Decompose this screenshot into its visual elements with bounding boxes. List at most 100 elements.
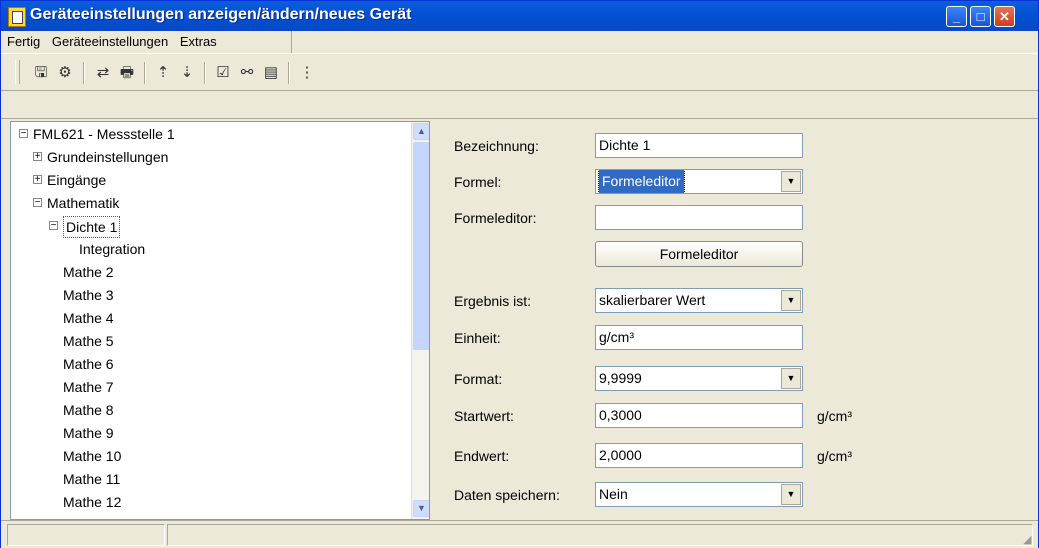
collapse-icon[interactable]: −: [49, 221, 58, 231]
tree-item-label: Mathe 9: [63, 425, 114, 441]
formel-select[interactable]: Formeleditor ▼: [595, 169, 803, 194]
daten-speichern-select[interactable]: Nein ▼: [595, 482, 803, 507]
tree-item[interactable]: Mathe 7: [11, 377, 409, 397]
tree-item-label: Mathe 5: [63, 333, 114, 349]
tree-item-label: Mathe 3: [63, 287, 114, 303]
menu-fertig[interactable]: Fertig: [3, 31, 44, 52]
tree-item[interactable]: Mathe 5: [11, 331, 409, 351]
endwert-unit: g/cm³: [817, 448, 852, 464]
bezeichnung-input[interactable]: Dichte 1: [595, 133, 803, 158]
close-button[interactable]: ✕: [994, 6, 1015, 27]
tree-item-label: Grundeinstellungen: [47, 149, 169, 165]
tree-item[interactable]: Mathe 9: [11, 423, 409, 443]
collapse-icon[interactable]: −: [33, 198, 42, 208]
tree-item[interactable]: Mathe 3: [11, 285, 409, 305]
tree-item[interactable]: − FML621 - Messstelle 1: [11, 124, 409, 144]
formel-label: Formel:: [454, 174, 502, 190]
tree-item-label: Mathe 12: [63, 494, 122, 510]
toolbar-row: 🖫 ⚙ ⇄ 🖶 ⇡ ⇣ ☑ ⚯ ▤ ⋮: [1, 56, 1038, 91]
print-icon[interactable]: 🖶: [117, 63, 137, 83]
title-bar[interactable]: Geräteeinstellungen anzeigen/ändern/neue…: [1, 1, 1038, 31]
tree-item[interactable]: Mathe 8: [11, 400, 409, 420]
ergebnis-label: Ergebnis ist:: [454, 293, 532, 309]
menu-geraeteeinstellungen[interactable]: Geräteeinstellungen: [48, 31, 172, 52]
network-icon[interactable]: ⚯: [237, 63, 257, 83]
status-panel-2: [167, 524, 1033, 546]
tree-item[interactable]: + Eingänge: [11, 170, 409, 190]
copy-icon[interactable]: ⇄: [93, 63, 113, 83]
daten-speichern-label: Daten speichern:: [454, 487, 560, 503]
endwert-label: Endwert:: [454, 448, 510, 464]
tree-icon[interactable]: ⋮: [297, 63, 317, 83]
menu-bar: Fertig Geräteeinstellungen Extras: [1, 31, 1038, 53]
tree-item[interactable]: + Grundeinstellungen: [11, 147, 409, 167]
toolbar-separator: [204, 62, 206, 84]
toolbar: 🖫 ⚙ ⇄ 🖶 ⇡ ⇣ ☑ ⚯ ▤ ⋮: [1, 53, 1038, 119]
chevron-down-icon[interactable]: ▼: [781, 484, 801, 505]
endwert-input[interactable]: 2,0000: [595, 443, 803, 468]
tree-item-label: Integration: [79, 241, 146, 257]
tree-item[interactable]: − Mathematik: [11, 193, 409, 213]
einheit-label: Einheit:: [454, 330, 501, 346]
formeleditor-input[interactable]: [595, 205, 803, 230]
collapse-icon[interactable]: −: [19, 129, 28, 139]
expand-icon[interactable]: +: [33, 175, 42, 185]
ergebnis-select[interactable]: skalierbarer Wert ▼: [595, 288, 803, 313]
app-window: Geräteeinstellungen anzeigen/ändern/neue…: [0, 0, 1039, 548]
settings-form: Bezeichnung: Dichte 1 Formel: Formeledit…: [438, 121, 1038, 518]
format-label: Format:: [454, 371, 503, 387]
save-icon[interactable]: 🖫: [31, 63, 51, 83]
startwert-input[interactable]: 0,3000: [595, 403, 803, 428]
einheit-input[interactable]: g/cm³: [595, 325, 803, 350]
tree-item-label: FML621 - Messstelle 1: [33, 126, 175, 142]
properties-icon[interactable]: ☑: [213, 63, 233, 83]
upload-icon[interactable]: ⇡: [153, 63, 173, 83]
menu-extras[interactable]: Extras: [176, 31, 221, 52]
tree-item-label: Mathe 11: [63, 471, 121, 487]
tree-item[interactable]: Mathe 6: [11, 354, 409, 374]
startwert-label: Startwert:: [454, 408, 514, 424]
device-tree[interactable]: − FML621 - Messstelle 1 + Grundeinstellunge…: [10, 121, 430, 520]
tree-item[interactable]: Mathe 2: [11, 262, 409, 282]
tree-item-label: Dichte 1: [63, 216, 121, 238]
formeleditor-button[interactable]: Formeleditor: [595, 241, 803, 267]
scroll-thumb[interactable]: [413, 142, 429, 350]
scroll-up-icon[interactable]: ▲: [413, 123, 429, 140]
tree-item[interactable]: Mathe 12: [11, 492, 409, 512]
tree-item-label: Mathe 10: [63, 448, 122, 464]
scroll-down-icon[interactable]: ▼: [413, 500, 429, 517]
expand-icon[interactable]: +: [33, 152, 42, 162]
chevron-down-icon[interactable]: ▼: [781, 290, 801, 311]
tree-item[interactable]: − Dichte 1: [11, 216, 409, 238]
window-title: Geräteeinstellungen anzeigen/ändern/neue…: [30, 6, 412, 23]
chevron-down-icon[interactable]: ▼: [781, 368, 801, 389]
toolbar-separator: [144, 62, 146, 84]
menu-bar-fill: [291, 31, 1038, 53]
tree-item-label: Mathe 6: [63, 356, 114, 372]
app-icon: [8, 7, 26, 27]
minimize-button[interactable]: _: [946, 6, 967, 27]
download-icon[interactable]: ⇣: [177, 63, 197, 83]
toolbar-separator: [288, 62, 290, 84]
tree-item-label: Eingänge: [47, 172, 107, 188]
toolbar-grip[interactable]: [15, 60, 20, 84]
chevron-down-icon[interactable]: ▼: [781, 171, 801, 192]
maximize-button[interactable]: □: [970, 6, 991, 27]
diagnostics-icon[interactable]: ▤: [261, 63, 281, 83]
tree-item-label: Mathematik: [47, 195, 120, 211]
resize-grip-icon[interactable]: ◢: [1023, 533, 1035, 546]
formeleditor-label: Formeleditor:: [454, 210, 537, 226]
startwert-unit: g/cm³: [817, 408, 852, 424]
toolbar-separator: [83, 62, 85, 84]
status-bar: ◢: [1, 520, 1038, 548]
tree-item[interactable]: Mathe 4: [11, 308, 409, 328]
device-icon[interactable]: ⚙: [55, 63, 75, 83]
tree-item[interactable]: Mathe 11: [11, 469, 409, 489]
format-select[interactable]: 9,9999 ▼: [595, 366, 803, 391]
formel-value: Formeleditor: [598, 170, 685, 193]
tree-item[interactable]: Integration: [11, 239, 409, 259]
tree-scrollbar[interactable]: ▲ ▼: [411, 122, 429, 519]
tree-item-label: Mathe 7: [63, 379, 114, 395]
tree-item-label: Mathe 4: [63, 310, 114, 326]
tree-item[interactable]: Mathe 10: [11, 446, 409, 466]
